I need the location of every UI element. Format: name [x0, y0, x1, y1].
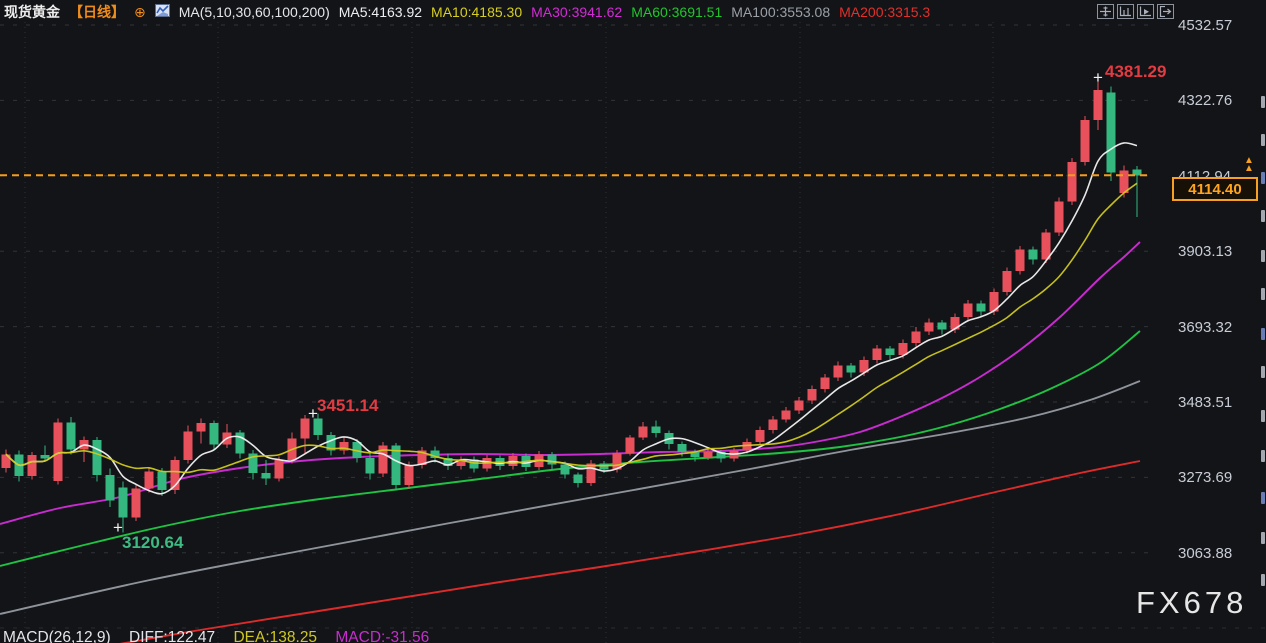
axis-price-label: 3063.88 [1178, 545, 1240, 562]
clipped-right-panel-text [1261, 328, 1265, 340]
period-label[interactable]: 【日线】 [69, 2, 125, 22]
axis-play-icon[interactable] [1137, 4, 1154, 19]
clipped-right-panel-text [1261, 532, 1265, 544]
macd-value: MACD:-31.56 [335, 629, 429, 643]
axis-price-label: 4322.76 [1178, 92, 1240, 109]
grid-layer [0, 22, 1266, 643]
trading-chart-window: 现货黄金 【日线】 ⊕ MA(5,10,30,60,100,200) MA5:4… [0, 0, 1266, 643]
clipped-right-panel-text [1261, 96, 1265, 108]
ma-fast-lines-layer [6, 143, 1137, 494]
export-chart-icon[interactable] [1157, 4, 1174, 19]
clipped-right-panel-text [1261, 450, 1265, 462]
extreme-cross-marker: + [1093, 68, 1103, 88]
axis-price-label: 3693.32 [1178, 319, 1240, 336]
clipped-right-panel-text [1261, 134, 1265, 146]
circle-plus-icon[interactable]: ⊕ [134, 5, 146, 19]
extreme-price-label: 3120.64 [122, 533, 183, 553]
indicator-header: 现货黄金 【日线】 ⊕ MA(5,10,30,60,100,200) MA5:4… [4, 0, 930, 23]
current-price-box: 4114.40 [1172, 177, 1258, 201]
current-price-value: 4114.40 [1188, 181, 1241, 198]
clipped-right-panel-text [1261, 288, 1265, 300]
ma30-value: MA30:3941.62 [531, 4, 622, 20]
ma100-value: MA100:3553.08 [731, 4, 830, 20]
extreme-price-label: 3451.14 [317, 396, 378, 416]
axis-price-label: 3483.51 [1178, 394, 1240, 411]
clipped-right-panel-text [1261, 492, 1265, 504]
macd-params-label: MACD(26,12,9) [3, 629, 111, 643]
ma60-value: MA60:3691.51 [631, 4, 722, 20]
ma-line-ma60 [0, 331, 1140, 566]
ma-slow-lines-layer [0, 242, 1140, 643]
candlestick-chart[interactable] [0, 0, 1266, 643]
clipped-right-panel-text [1261, 250, 1265, 262]
symbol-title: 现货黄金 [4, 2, 60, 22]
extreme-price-label: 4381.29 [1105, 62, 1166, 82]
watermark-fx678: FX678 [1136, 585, 1247, 621]
chart-toolbar [1097, 4, 1174, 19]
macd-indicator-row[interactable]: MACD(26,12,9) DIFF:122.47 DEA:138.25 MAC… [3, 629, 443, 643]
clipped-right-panel-text [1261, 210, 1265, 222]
axis-scale-icon[interactable] [1117, 4, 1134, 19]
clipped-right-panel-text [1261, 410, 1265, 422]
macd-diff-value: DIFF:122.47 [129, 629, 215, 643]
ma200-value: MA200:3315.3 [839, 4, 930, 20]
clipped-right-panel-text [1261, 574, 1265, 586]
clipped-right-panel-text [1261, 366, 1265, 378]
ma-line-ma5 [6, 143, 1137, 494]
ma10-value: MA10:4185.30 [431, 4, 522, 20]
mini-chart-icon[interactable] [155, 4, 170, 20]
macd-dea-value: DEA:138.25 [233, 629, 317, 643]
axis-price-label: 3903.13 [1178, 243, 1240, 260]
ma5-value: MA5:4163.92 [339, 4, 422, 20]
axis-price-label: 3273.69 [1178, 469, 1240, 486]
clipped-right-panel-text [1261, 172, 1265, 184]
axis-price-label: 4532.57 [1178, 17, 1240, 34]
pan-icon[interactable] [1097, 4, 1114, 19]
ma-parameters-label[interactable]: MA(5,10,30,60,100,200) [179, 4, 330, 20]
price-up-arrow-icon: ▲ ▲ [1243, 157, 1255, 173]
ma-line-ma200 [108, 461, 1140, 643]
